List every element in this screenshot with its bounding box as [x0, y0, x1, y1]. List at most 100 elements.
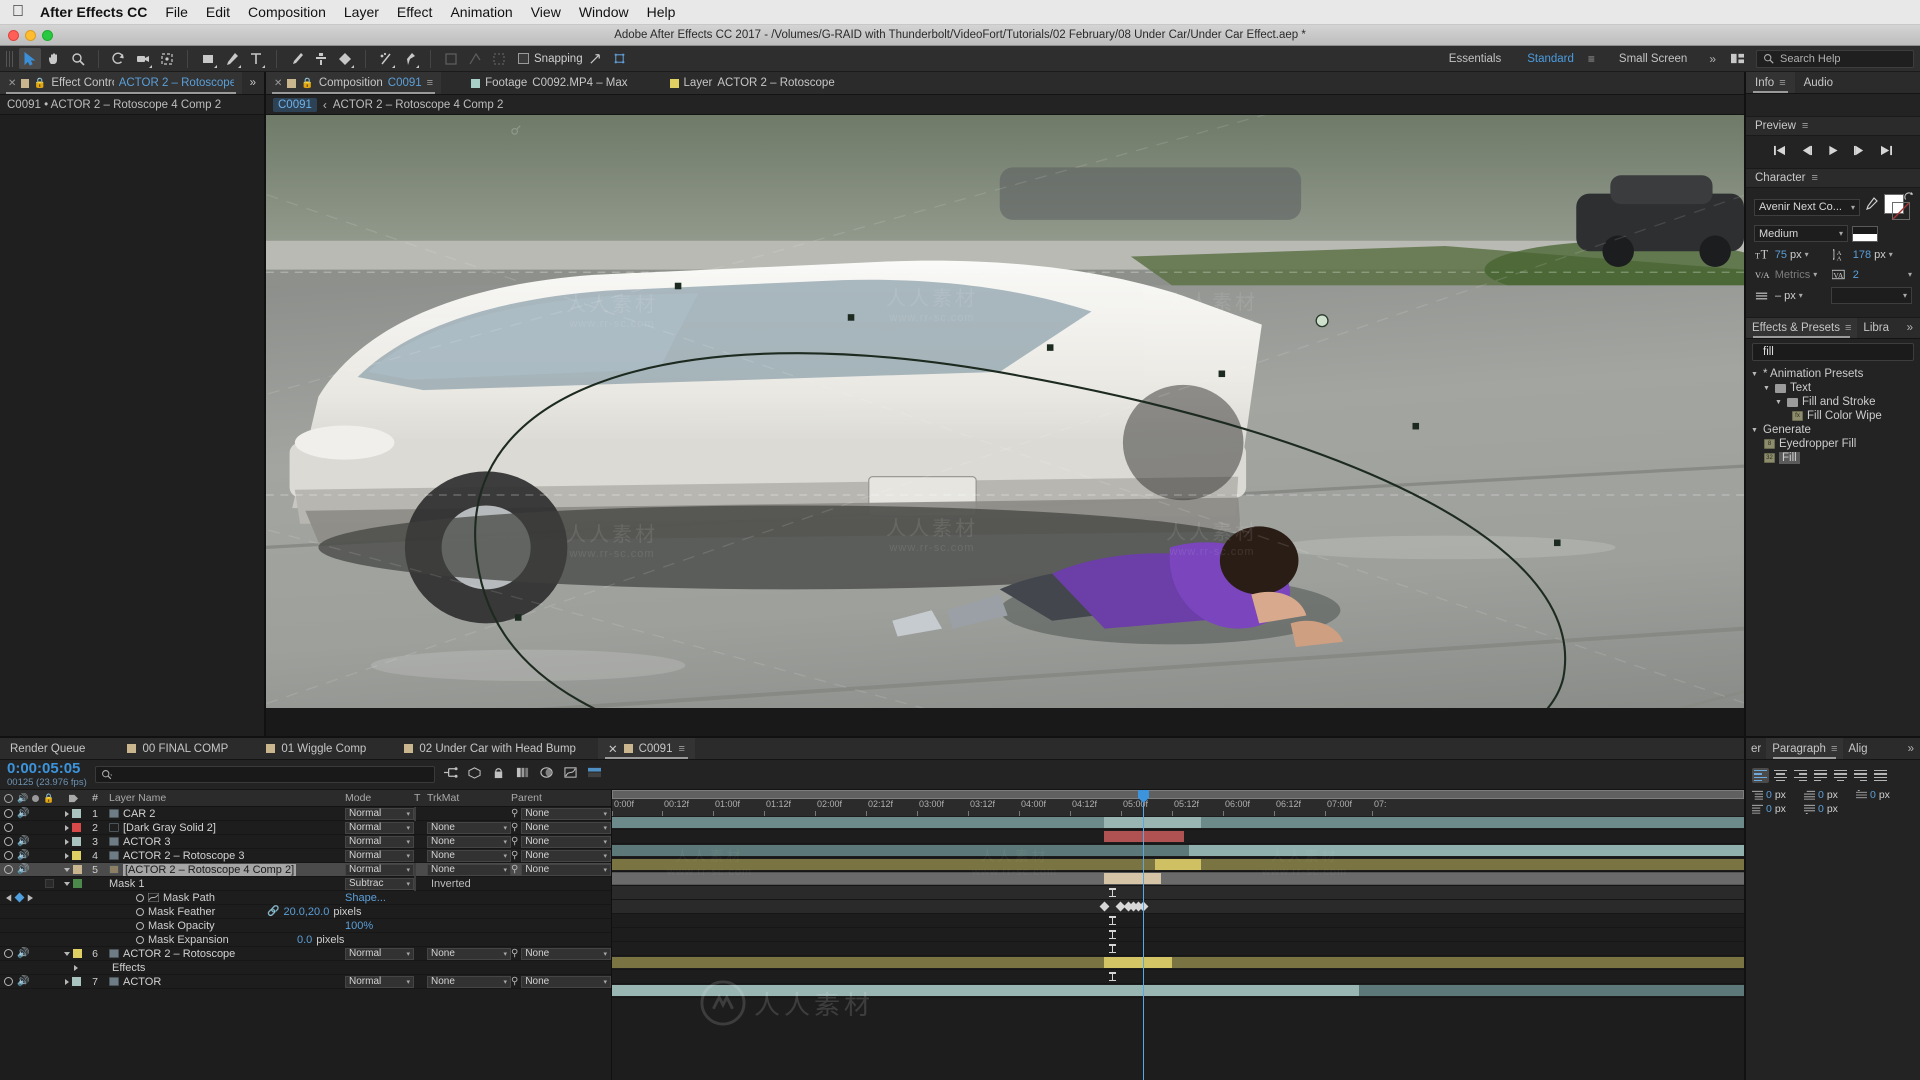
- track-row[interactable]: [612, 844, 1744, 858]
- prev-frame-button[interactable]: [1800, 143, 1813, 161]
- close-icon[interactable]: ✕: [608, 742, 618, 756]
- property-value[interactable]: 100%: [345, 920, 373, 932]
- video-toggle[interactable]: [4, 823, 13, 832]
- tab-effects-presets[interactable]: Effects & Presets ≡: [1746, 318, 1858, 338]
- property-name[interactable]: Mask Path: [163, 892, 215, 904]
- snapping-control[interactable]: Snapping: [518, 53, 583, 65]
- mode-dropdown[interactable]: Normal ▾: [345, 863, 414, 876]
- property-name[interactable]: Mask Opacity: [148, 920, 215, 932]
- close-icon[interactable]: ✕: [274, 78, 282, 89]
- property-name[interactable]: Mask Feather: [148, 906, 215, 918]
- tree-item[interactable]: ▼ Text: [1746, 381, 1920, 395]
- indent-first-line-field[interactable]: 0 px: [1804, 789, 1850, 801]
- video-toggle[interactable]: [4, 865, 13, 874]
- hide-shy-layers-icon[interactable]: [491, 766, 506, 784]
- justify-last-left-button[interactable]: [1812, 768, 1829, 783]
- tab-02-under-car[interactable]: 02 Under Car with Head Bump: [394, 738, 586, 759]
- stopwatch-icon[interactable]: [136, 893, 144, 902]
- table-row-property[interactable]: Mask Path Shape...: [0, 891, 611, 905]
- link-icon[interactable]: 🔗: [267, 906, 279, 917]
- expand-twirl[interactable]: [64, 951, 70, 956]
- space-before-field[interactable]: 0 px: [1856, 789, 1902, 801]
- layer-name[interactable]: [Dark Gray Solid 2]: [123, 822, 216, 834]
- timeline-track-area[interactable]: 0:00f 00:12f 01:00f 01:12f 02:00f 02:12f…: [612, 790, 1744, 1080]
- menu-file[interactable]: File: [165, 4, 188, 20]
- track-row[interactable]: [612, 984, 1744, 998]
- table-row-property[interactable]: Mask Feather 🔗 20.0,20.0 pixels: [0, 905, 611, 919]
- workspace-small-screen[interactable]: Small Screen: [1607, 53, 1699, 65]
- audio-toggle[interactable]: 🔊: [17, 836, 29, 847]
- effects-presets-overflow[interactable]: »: [1900, 318, 1920, 338]
- menu-view[interactable]: View: [531, 4, 561, 20]
- tracking-field[interactable]: 2 ▾: [1853, 269, 1912, 281]
- expand-twirl[interactable]: [65, 852, 69, 859]
- tree-item[interactable]: ▼ * Animation Presets: [1746, 367, 1920, 381]
- table-row-mask-group[interactable]: Mask 1 Subtrac ▾ Inverted: [0, 876, 611, 891]
- eyedropper-icon[interactable]: [1864, 197, 1878, 217]
- align-left-button[interactable]: [1752, 768, 1769, 783]
- align-right-button[interactable]: [1792, 768, 1809, 783]
- expand-twirl[interactable]: [65, 838, 69, 845]
- parent-dropdown[interactable]: None ▾: [521, 835, 611, 848]
- twirl-icon[interactable]: ▼: [1762, 385, 1771, 392]
- parent-dropdown[interactable]: None ▾: [521, 849, 611, 862]
- column-trkmat[interactable]: TrkMat: [427, 792, 511, 804]
- mask-mode-dropdown[interactable]: Subtrac ▾: [345, 877, 414, 890]
- video-toggle[interactable]: [4, 809, 13, 818]
- twirl-icon[interactable]: ▼: [1750, 371, 1759, 378]
- table-row[interactable]: 2 [Dark Gray Solid 2] Normal ▾ None ▾ ⚲ Non…: [0, 821, 611, 835]
- menu-help[interactable]: Help: [647, 4, 676, 20]
- effect-controls-overflow[interactable]: »: [241, 72, 264, 94]
- justify-last-center-button[interactable]: [1832, 768, 1849, 783]
- menu-edit[interactable]: Edit: [206, 4, 230, 20]
- play-button[interactable]: [1827, 143, 1839, 161]
- panel-menu-icon[interactable]: ≡: [1812, 172, 1818, 184]
- stopwatch-icon[interactable]: [136, 921, 144, 930]
- property-value[interactable]: 0.0: [297, 934, 312, 946]
- menu-window[interactable]: Window: [579, 4, 629, 20]
- snap-grid-icon[interactable]: [609, 48, 631, 69]
- camera-tool[interactable]: [132, 48, 154, 69]
- live-update-icon[interactable]: [443, 766, 458, 784]
- video-toggle[interactable]: [4, 949, 13, 958]
- panel-menu-icon[interactable]: ≡: [427, 77, 433, 89]
- table-row[interactable]: 🔊 4 ACTOR 2 – Rotoscope 3 Normal ▾ None ▾ …: [0, 849, 611, 863]
- workspace-overflow-icon[interactable]: »: [1701, 52, 1724, 66]
- toolbar-grip[interactable]: [6, 50, 13, 67]
- video-toggle[interactable]: [4, 977, 13, 986]
- track-row[interactable]: [612, 914, 1744, 928]
- trkmat-dropdown[interactable]: None ▾: [427, 835, 511, 848]
- graph-icon[interactable]: [148, 893, 159, 902]
- trkmat-dropdown[interactable]: None ▾: [427, 863, 511, 876]
- type-tool[interactable]: [245, 48, 267, 69]
- timeline-search-box[interactable]: [94, 766, 435, 783]
- mask-name[interactable]: Mask 1: [109, 878, 144, 890]
- track-row[interactable]: [612, 816, 1744, 830]
- panel-menu-icon[interactable]: ≡: [678, 743, 684, 755]
- parent-dropdown[interactable]: None ▾: [521, 821, 611, 834]
- first-frame-button[interactable]: [1773, 143, 1786, 161]
- brush-tool[interactable]: [286, 48, 308, 69]
- menu-app-name[interactable]: After Effects CC: [40, 4, 147, 20]
- effects-group-label[interactable]: Effects: [112, 962, 145, 974]
- audio-toggle[interactable]: 🔊: [17, 948, 29, 959]
- panel-menu-icon[interactable]: ≡: [1845, 322, 1851, 334]
- mask-inverted-checkbox[interactable]: [414, 876, 416, 891]
- tab-character-partial[interactable]: er: [1746, 738, 1766, 759]
- menu-effect[interactable]: Effect: [397, 4, 433, 20]
- video-toggle[interactable]: [4, 851, 13, 860]
- time-ruler[interactable]: 0:00f 00:12f 01:00f 01:12f 02:00f 02:12f…: [612, 799, 1744, 816]
- table-row-effects-group[interactable]: Effects: [0, 961, 611, 975]
- timeline-search-input[interactable]: [116, 768, 429, 781]
- puppet-pin-tool[interactable]: [399, 48, 421, 69]
- tab-01-wiggle-comp[interactable]: 01 Wiggle Comp: [256, 738, 376, 759]
- audio-toggle[interactable]: 🔊: [17, 808, 29, 819]
- parent-pick-whip-icon[interactable]: ⚲: [511, 836, 518, 847]
- last-frame-button[interactable]: [1880, 143, 1893, 161]
- tab-align[interactable]: Alig: [1843, 738, 1872, 759]
- panel-menu-icon[interactable]: ≡: [1802, 120, 1808, 132]
- video-toggle[interactable]: [4, 837, 13, 846]
- pan-behind-tool[interactable]: [156, 48, 178, 69]
- tab-footage-c0092[interactable]: Footage C0092.MP4 – Max: [463, 72, 636, 94]
- draft-3d-icon[interactable]: [467, 766, 482, 784]
